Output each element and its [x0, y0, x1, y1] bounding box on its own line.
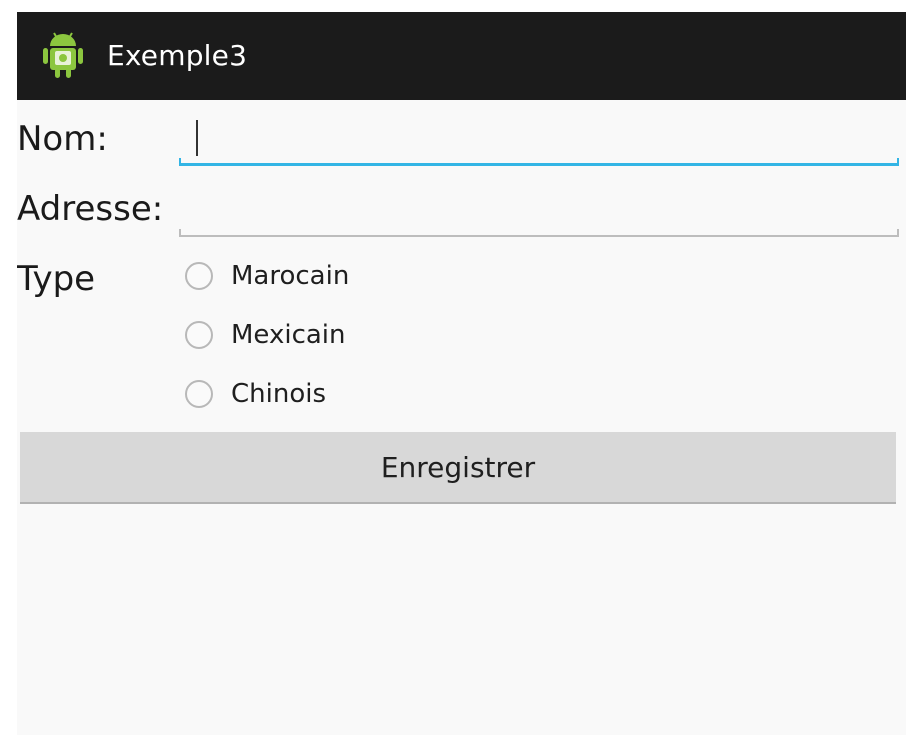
adresse-input-underline	[179, 235, 899, 237]
radio-circle-icon[interactable]	[185, 321, 213, 349]
nom-label: Nom:	[17, 119, 108, 159]
nom-input-underline	[179, 163, 899, 166]
nom-input[interactable]	[179, 118, 899, 166]
app-title: Exemple3	[107, 39, 248, 72]
radio-mexicain[interactable]: Mexicain	[185, 315, 346, 355]
radio-label-marocain: Marocain	[231, 261, 350, 291]
radio-label-mexicain: Mexicain	[231, 320, 346, 350]
enregistrer-button[interactable]: Enregistrer	[20, 432, 896, 504]
adresse-input[interactable]	[179, 189, 899, 237]
adresse-label: Adresse:	[17, 189, 164, 229]
text-cursor	[196, 120, 198, 156]
app-screen: Exemple3 Nom: Adresse: Type Marocain Mex…	[17, 12, 906, 735]
radio-label-chinois: Chinois	[231, 379, 327, 409]
radio-chinois[interactable]: Chinois	[185, 374, 326, 414]
radio-circle-icon[interactable]	[185, 380, 213, 408]
radio-marocain[interactable]: Marocain	[185, 256, 349, 296]
radio-circle-icon[interactable]	[185, 262, 213, 290]
type-label: Type	[17, 259, 96, 299]
action-bar: Exemple3	[17, 12, 906, 100]
android-robot-icon	[43, 32, 83, 78]
